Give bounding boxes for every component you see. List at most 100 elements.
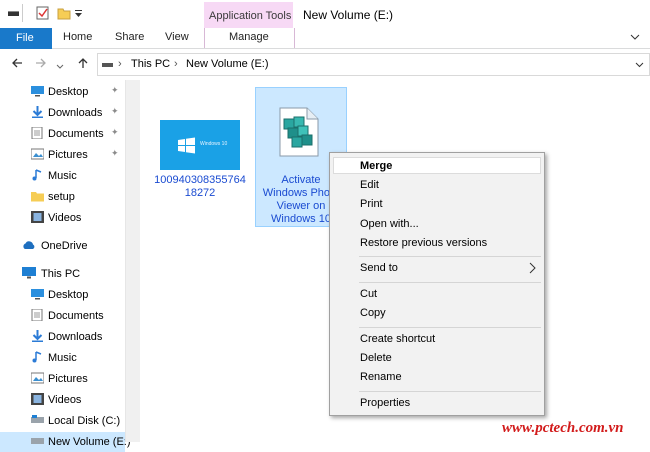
documents-icon	[31, 126, 44, 140]
menu-item-restore-previous-versions[interactable]: Restore previous versions	[360, 237, 487, 249]
new-folder-icon[interactable]	[57, 6, 71, 20]
videos-icon	[31, 211, 44, 223]
drive-icon	[102, 60, 114, 72]
nav-item-label: Music	[48, 170, 77, 182]
context-menu: Merge Edit Print Open with... Restore pr…	[329, 152, 545, 416]
tab-manage[interactable]: Manage	[204, 28, 295, 48]
nav-item-pc-documents[interactable]: Documents	[0, 306, 125, 326]
application-tools-header: Application Tools	[204, 2, 293, 28]
nav-item-pc-pictures[interactable]: Pictures	[0, 369, 125, 389]
tab-share[interactable]: Share	[115, 31, 144, 43]
tab-view[interactable]: View	[165, 31, 189, 43]
menu-item-merge[interactable]: Merge	[360, 160, 392, 172]
properties-icon[interactable]	[36, 6, 50, 20]
nav-item-new-volume-e[interactable]: New Volume (E:)	[0, 432, 131, 452]
crumb-this-pc[interactable]: This PC	[131, 58, 170, 70]
nav-item-label: Pictures	[48, 149, 88, 161]
up-arrow-icon[interactable]	[76, 56, 90, 73]
menu-item-open-with[interactable]: Open with...	[360, 218, 419, 230]
menu-item-delete[interactable]: Delete	[360, 352, 392, 364]
crumb-separator-icon[interactable]: ›	[118, 58, 122, 70]
nav-pane-scrollbar[interactable]	[125, 80, 140, 442]
nav-item-setup[interactable]: setup	[0, 187, 125, 207]
download-icon	[31, 330, 44, 342]
back-arrow-icon[interactable]	[10, 56, 24, 73]
tab-file[interactable]: File	[0, 28, 52, 49]
crumb-new-volume[interactable]: New Volume (E:)	[186, 58, 269, 70]
tab-file-label: File	[16, 32, 34, 44]
download-icon	[31, 106, 44, 118]
desktop-icon	[31, 288, 44, 300]
nav-item-pc-videos[interactable]: Videos	[0, 390, 125, 410]
menu-item-send-to[interactable]: Send to	[360, 262, 398, 274]
address-bar[interactable]: › This PC › New Volume (E:)	[97, 53, 650, 76]
nav-item-label: Videos	[48, 212, 82, 224]
navigation-pane: Desktop ✦ Downloads ✦ Documents ✦ Pictur…	[0, 80, 131, 452]
nav-item-label: This PC	[41, 268, 81, 280]
nav-item-label: OneDrive	[41, 240, 88, 252]
thumbnail-text: Windows 10	[200, 141, 228, 147]
videos-icon	[31, 393, 44, 405]
nav-item-label: Local Disk (C:)	[48, 415, 121, 427]
nav-item-music[interactable]: Music	[0, 166, 125, 186]
menu-item-edit[interactable]: Edit	[360, 179, 379, 191]
nav-item-label: Videos	[48, 394, 82, 406]
menu-item-copy[interactable]: Copy	[360, 307, 386, 319]
computer-icon	[22, 267, 36, 279]
folder-icon	[31, 190, 44, 202]
watermark: www.pctech.com.vn	[502, 420, 624, 436]
crumb-separator-icon[interactable]: ›	[174, 58, 178, 70]
address-dropdown-icon[interactable]	[635, 60, 644, 72]
cloud-icon	[22, 241, 35, 253]
nav-item-label: Downloads	[48, 107, 103, 119]
tab-manage-label: Manage	[229, 31, 269, 43]
menu-item-create-shortcut[interactable]: Create shortcut	[360, 333, 435, 345]
nav-item-label: Desktop	[48, 86, 89, 98]
menu-separator	[359, 327, 541, 328]
ribbon-expand-icon[interactable]	[630, 32, 640, 45]
nav-item-label: setup	[48, 191, 75, 203]
nav-item-videos[interactable]: Videos	[0, 208, 125, 228]
nav-item-pc-downloads[interactable]: Downloads	[0, 327, 125, 347]
nav-item-onedrive[interactable]: OneDrive	[0, 236, 125, 256]
nav-item-label: Documents	[48, 128, 104, 140]
submenu-arrow-icon	[528, 262, 536, 277]
nav-item-label: Downloads	[48, 331, 103, 343]
pin-icon[interactable]: ✦	[111, 127, 119, 138]
pin-icon[interactable]: ✦	[111, 148, 119, 159]
window-icon[interactable]	[7, 6, 21, 20]
music-icon	[31, 351, 44, 363]
separator	[22, 4, 24, 22]
nav-item-this-pc[interactable]: This PC	[0, 264, 125, 284]
menu-item-print[interactable]: Print	[360, 198, 383, 210]
nav-item-label: Music	[48, 352, 77, 364]
nav-item-local-disk-c[interactable]: Local Disk (C:)	[0, 411, 125, 431]
nav-item-documents[interactable]: Documents ✦	[0, 124, 125, 144]
pin-icon[interactable]: ✦	[111, 85, 119, 96]
music-icon	[31, 169, 44, 181]
nav-item-label: Pictures	[48, 373, 88, 385]
recent-locations-icon[interactable]	[56, 58, 64, 74]
disk-icon	[31, 435, 44, 447]
menu-separator	[359, 282, 541, 283]
nav-item-pictures[interactable]: Pictures ✦	[0, 145, 125, 165]
nav-item-label: Desktop	[48, 289, 89, 301]
file-thumbnail[interactable]: Windows 10	[160, 120, 240, 170]
nav-item-desktop[interactable]: Desktop ✦	[0, 82, 125, 102]
ribbon-tab-bar: Home Share View	[0, 28, 650, 49]
forward-arrow-icon[interactable]	[34, 56, 48, 73]
file-name[interactable]: 100940308355764 18272	[150, 174, 250, 200]
menu-item-rename[interactable]: Rename	[360, 371, 402, 383]
tab-home[interactable]: Home	[63, 31, 92, 43]
window-title: New Volume (E:)	[303, 8, 394, 22]
nav-item-downloads[interactable]: Downloads ✦	[0, 103, 125, 123]
menu-item-cut[interactable]: Cut	[360, 288, 377, 300]
disk-icon	[31, 414, 44, 426]
menu-separator	[359, 391, 541, 392]
application-tools-label: Application Tools	[209, 10, 292, 22]
pin-icon[interactable]: ✦	[111, 106, 119, 117]
customize-toolbar-icon[interactable]	[74, 6, 88, 20]
menu-item-properties[interactable]: Properties	[360, 397, 410, 409]
nav-item-pc-music[interactable]: Music	[0, 348, 125, 368]
nav-item-pc-desktop[interactable]: Desktop	[0, 285, 125, 305]
